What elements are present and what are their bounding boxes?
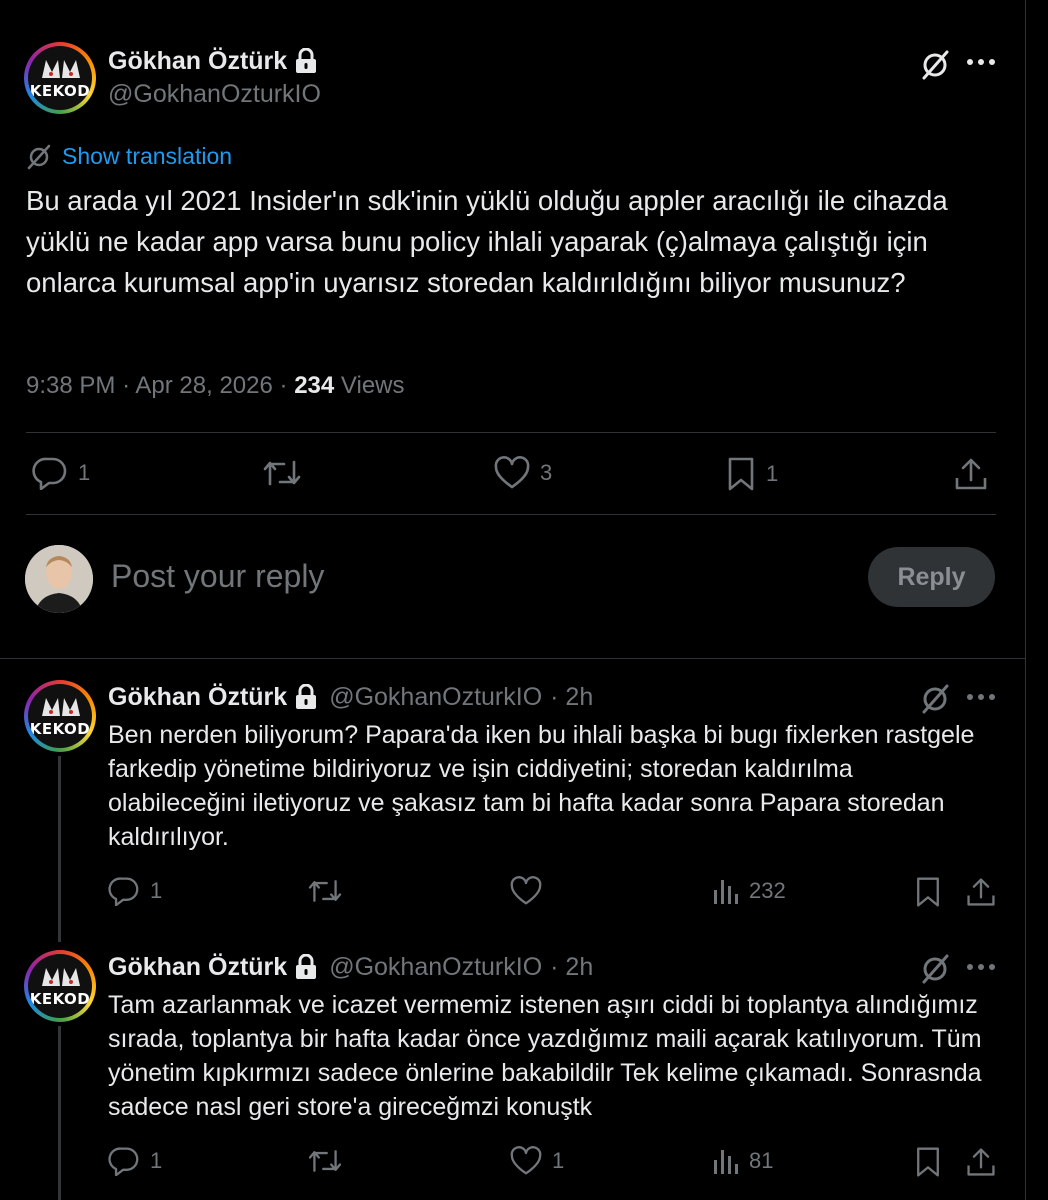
post-text: Bu arada yıl 2021 Insider'ın sdk'inin yü… xyxy=(26,185,948,298)
more-icon[interactable] xyxy=(966,961,996,973)
divider xyxy=(0,658,1026,659)
share-icon xyxy=(967,878,995,906)
user-avatar[interactable] xyxy=(25,545,93,613)
thread-line xyxy=(58,756,61,942)
author-handle[interactable]: @GokhanOzturkIO xyxy=(108,80,321,109)
share-icon xyxy=(967,1148,995,1176)
grok-icon[interactable] xyxy=(918,682,952,716)
post-date[interactable]: Apr 28, 2026 xyxy=(135,372,272,399)
repost-action[interactable] xyxy=(307,1146,343,1176)
reply-input[interactable]: Post your reply xyxy=(111,558,324,595)
mascot-icon xyxy=(42,968,80,986)
views-label: Views xyxy=(340,372,405,399)
divider xyxy=(26,432,996,433)
analytics-icon xyxy=(714,880,738,904)
avatar-logo-text: KEKOD xyxy=(29,990,91,1008)
views-action[interactable]: 232 xyxy=(713,876,786,906)
reply-icon xyxy=(108,1147,139,1176)
column-border xyxy=(1025,0,1026,1200)
reply-action[interactable]: 1 xyxy=(32,456,90,490)
lock-icon xyxy=(296,684,317,709)
lock-icon xyxy=(296,48,317,73)
analytics-icon xyxy=(714,1150,738,1174)
bookmark-action[interactable]: 1 xyxy=(726,456,778,492)
bookmark-count: 1 xyxy=(766,461,779,486)
author-name[interactable]: Gökhan Öztürk xyxy=(108,47,287,76)
author-avatar[interactable]: KEKOD xyxy=(24,42,96,114)
reply-count: 1 xyxy=(78,460,91,485)
reply-icon xyxy=(32,457,67,490)
reply-author-handle[interactable]: @GokhanOzturkIO xyxy=(329,683,542,712)
show-translation-label[interactable]: Show translation xyxy=(62,143,232,170)
bookmark-icon xyxy=(728,457,754,491)
post-meta: 9:38 PM · Apr 28, 2026 · 234 Views xyxy=(26,372,405,399)
view-count: 232 xyxy=(749,878,786,903)
more-icon[interactable] xyxy=(966,691,996,703)
show-translation-link[interactable]: Show translation xyxy=(26,143,232,170)
repost-action[interactable] xyxy=(262,456,302,490)
like-count: 3 xyxy=(540,460,553,485)
reply-author-name[interactable]: Gökhan Öztürk xyxy=(108,953,287,982)
repost-icon xyxy=(308,1150,342,1172)
reply-author-name[interactable]: Gökhan Öztürk xyxy=(108,683,287,712)
post-time[interactable]: 9:38 PM xyxy=(26,372,115,399)
like-action[interactable]: 3 xyxy=(494,456,552,490)
bookmark-action[interactable] xyxy=(914,1146,942,1178)
share-icon xyxy=(955,458,987,490)
heart-icon xyxy=(510,876,542,905)
reply-count: 1 xyxy=(150,878,163,903)
like-count: 1 xyxy=(552,1148,565,1173)
reply-text: Ben nerden biliyorum? Papara'da iken bu … xyxy=(108,721,975,851)
reply-time[interactable]: · 2h xyxy=(550,953,593,982)
grok-icon[interactable] xyxy=(918,48,952,82)
like-action[interactable] xyxy=(510,876,552,906)
translate-icon xyxy=(27,144,51,169)
views-action[interactable]: 81 xyxy=(713,1146,773,1176)
reply-time[interactable]: · 2h xyxy=(550,683,593,712)
user-photo xyxy=(25,545,93,613)
heart-icon xyxy=(494,456,530,489)
bookmark-icon xyxy=(917,877,939,907)
reply-icon xyxy=(108,877,139,906)
thread-line xyxy=(58,1026,61,1200)
reply-text: Tam azarlanmak ve icazet vermemiz istene… xyxy=(108,991,982,1121)
reply-action[interactable]: 1 xyxy=(108,876,162,906)
lock-icon xyxy=(296,954,317,979)
reply-author-handle[interactable]: @GokhanOzturkIO xyxy=(329,953,542,982)
divider xyxy=(26,514,996,515)
avatar-logo-text: KEKOD xyxy=(29,82,91,100)
heart-icon xyxy=(510,1146,542,1175)
mascot-icon xyxy=(42,698,80,716)
repost-icon xyxy=(263,460,301,486)
mascot-icon xyxy=(42,60,80,78)
reply-action[interactable]: 1 xyxy=(108,1146,162,1176)
reply-avatar[interactable]: KEKOD xyxy=(24,950,96,1022)
bookmark-action[interactable] xyxy=(914,876,942,908)
share-action[interactable] xyxy=(965,1146,997,1178)
more-icon[interactable] xyxy=(966,56,996,68)
reply-count: 1 xyxy=(150,1148,163,1173)
repost-action[interactable] xyxy=(307,876,343,906)
bookmark-icon xyxy=(917,1147,939,1177)
avatar-logo-text: KEKOD xyxy=(29,720,91,738)
view-count: 81 xyxy=(749,1148,774,1173)
share-action[interactable] xyxy=(965,876,997,908)
reply-button[interactable]: Reply xyxy=(868,547,995,607)
reply-avatar[interactable]: KEKOD xyxy=(24,680,96,752)
repost-icon xyxy=(308,880,342,902)
views-count: 234 xyxy=(294,372,335,399)
like-action[interactable]: 1 xyxy=(510,1146,564,1176)
grok-icon[interactable] xyxy=(918,952,952,986)
share-action[interactable] xyxy=(953,456,989,492)
